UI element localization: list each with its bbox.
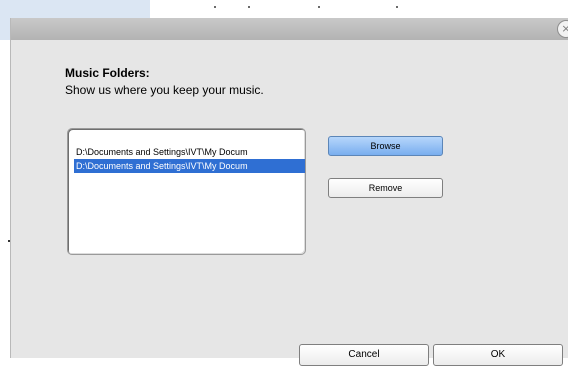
dialog-titlebar: × (11, 18, 568, 40)
music-folder-list[interactable]: D:\Documents and Settings\IVT\My Docum D… (67, 128, 306, 255)
music-folders-dialog: × Music Folders: Show us where you keep … (10, 18, 568, 366)
page-title: Music Folders: (65, 66, 150, 80)
list-item[interactable]: D:\Documents and Settings\IVT\My Docum (74, 145, 305, 159)
background-mark (318, 6, 320, 8)
close-icon[interactable]: × (557, 20, 568, 38)
background-mark (248, 6, 250, 8)
remove-button[interactable]: Remove (328, 178, 443, 198)
browse-button[interactable]: Browse (328, 136, 443, 156)
list-item-selected[interactable]: D:\Documents and Settings\IVT\My Docum (74, 159, 305, 173)
cancel-button[interactable]: Cancel (299, 344, 429, 366)
page-subtitle: Show us where you keep your music. (65, 83, 264, 97)
ok-button[interactable]: OK (433, 344, 563, 366)
background-mark (214, 6, 216, 8)
background-mark (396, 6, 398, 8)
background-window-strip (150, 0, 568, 18)
